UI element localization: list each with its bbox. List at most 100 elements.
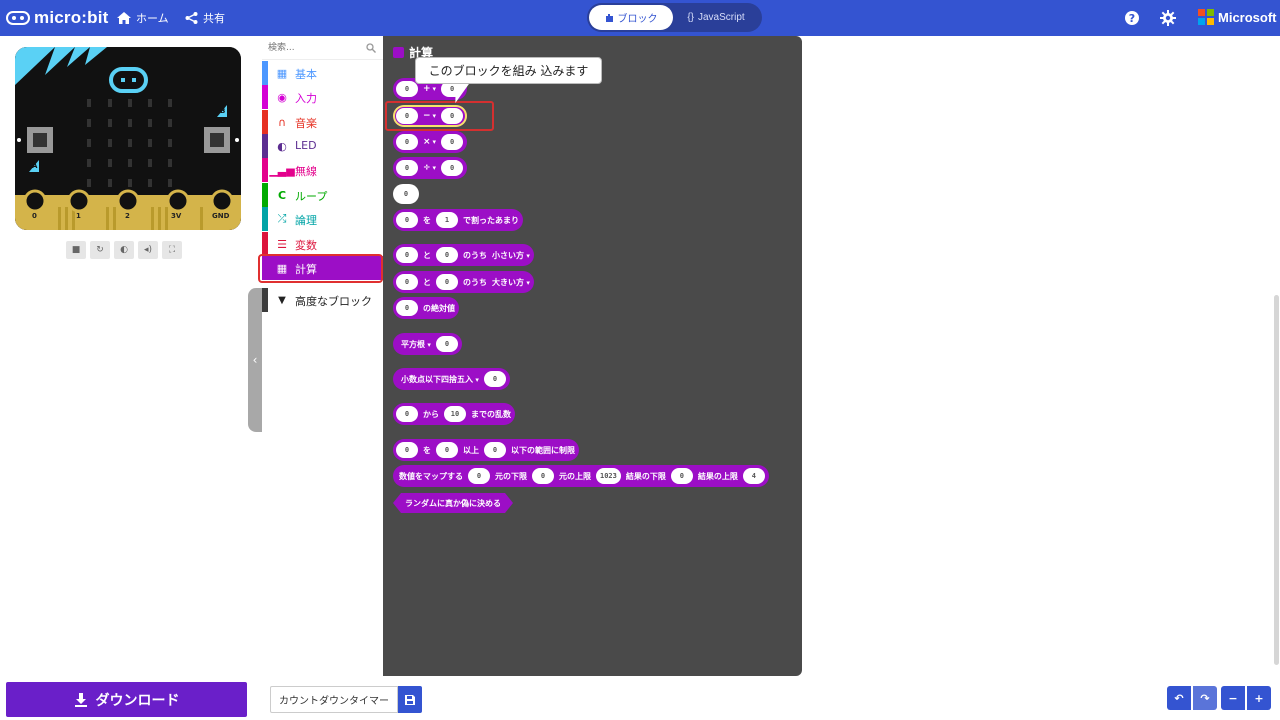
brand-name: micro:bit <box>34 8 109 27</box>
operand-c[interactable]: 1023 <box>596 468 621 484</box>
operand-a[interactable]: 0 <box>396 274 418 290</box>
settings-button[interactable] <box>1160 10 1176 26</box>
operand-a[interactable]: 0 <box>468 468 490 484</box>
operand-a[interactable]: 0 <box>396 247 418 263</box>
download-button[interactable]: ダウンロード <box>6 682 247 717</box>
operator-dropdown[interactable]: + <box>423 84 436 94</box>
highlighted-block-outline <box>385 101 494 131</box>
operator-dropdown[interactable]: × <box>423 137 436 147</box>
block-divide[interactable]: 0 ÷ 0 <box>393 157 468 179</box>
operand-b[interactable]: 0 <box>436 442 458 458</box>
function-dropdown[interactable]: 小数点以下四捨五入 <box>401 374 479 385</box>
home-button[interactable]: ホーム <box>117 10 169 26</box>
operand-b[interactable]: 0 <box>436 247 458 263</box>
search-input[interactable] <box>268 40 358 56</box>
operand-b[interactable]: 0 <box>441 134 464 150</box>
help-button[interactable]: ? <box>1124 10 1140 26</box>
collapse-simulator-button[interactable]: ‹ <box>248 288 262 432</box>
restart-button[interactable]: ↻ <box>90 241 110 259</box>
block-text: 元の下限 <box>495 471 527 481</box>
operand-a[interactable]: 0 <box>396 406 418 422</box>
search-icon[interactable] <box>366 43 376 53</box>
zoom-out-button[interactable]: − <box>1221 686 1245 710</box>
minus-icon: − <box>1228 691 1238 705</box>
target-icon: ◉ <box>277 90 287 104</box>
category-color-bar <box>262 183 268 207</box>
block-number[interactable]: 0 <box>393 184 419 204</box>
operand-b[interactable]: 0 <box>436 274 458 290</box>
redo-button[interactable]: ↷ <box>1193 686 1217 710</box>
blocks-mode-button[interactable]: ブロック <box>589 5 673 30</box>
download-label: ダウンロード <box>95 692 180 709</box>
category-radio[interactable]: ▁▃▅ 無線 <box>262 158 384 182</box>
category-music[interactable]: ∩ 音楽 <box>262 110 384 134</box>
javascript-mode-button[interactable]: {} JavaScript <box>673 5 759 30</box>
block-constrain[interactable]: 0 を 0 以上 0 以下の範囲に制限 <box>393 439 579 461</box>
block-random-boolean[interactable]: ランダムに真か偽に決める <box>393 493 513 513</box>
operand-b[interactable]: 0 <box>532 468 554 484</box>
category-logic[interactable]: ⤮ 論理 <box>262 207 384 231</box>
block-min[interactable]: 0 と 0 のうち 小さい方 <box>393 244 534 266</box>
microbit-simulator[interactable]: 0 1 2 3V GND A B <box>15 47 241 230</box>
minmax-dropdown[interactable]: 大きい方 <box>492 277 530 288</box>
workspace-scrollbar[interactable] <box>1274 295 1279 665</box>
brand-logo[interactable]: micro:bit <box>6 8 109 28</box>
svg-text:?: ? <box>1129 12 1135 25</box>
operand-a[interactable]: 0 <box>396 134 418 150</box>
function-dropdown[interactable]: 平方根 <box>401 339 431 350</box>
code-workspace[interactable] <box>802 36 1280 676</box>
zoom-in-button[interactable]: + <box>1247 686 1271 710</box>
operand-a[interactable]: 0 <box>396 81 418 97</box>
minmax-dropdown[interactable]: 小さい方 <box>492 250 530 261</box>
block-sqrt[interactable]: 平方根 0 <box>393 333 462 355</box>
category-variables[interactable]: ☰ 変数 <box>262 232 384 256</box>
stop-button[interactable]: ■ <box>66 241 86 259</box>
block-max[interactable]: 0 と 0 のうち 大きい方 <box>393 271 534 293</box>
category-loops[interactable]: C ループ <box>262 183 384 207</box>
operand-e[interactable]: 4 <box>742 468 765 484</box>
toolbox: ▦ 基本 ◉ 入力 ∩ 音楽 ◐ LED ▁▃▅ 無線 C ループ ⤮ 論理 ☰… <box>262 36 384 676</box>
headphones-icon: ∩ <box>277 115 287 129</box>
operand-a[interactable]: 0 <box>396 160 418 176</box>
undo-button[interactable]: ↶ <box>1167 686 1191 710</box>
save-button[interactable] <box>398 686 422 713</box>
project-name-input[interactable] <box>270 686 398 713</box>
speaker-icon: ◂) <box>143 245 153 255</box>
operand-a[interactable]: 0 <box>396 212 418 228</box>
category-label: 変数 <box>295 239 317 252</box>
slow-motion-button[interactable]: ◐ <box>114 241 134 259</box>
operand-a[interactable]: 0 <box>396 300 418 316</box>
operand-b[interactable]: 0 <box>441 160 464 176</box>
block-text: 結果の下限 <box>625 471 666 481</box>
mute-button[interactable]: ◂) <box>138 241 158 259</box>
microsoft-logo[interactable]: Microsoft <box>1198 9 1277 25</box>
share-button[interactable]: 共有 <box>185 10 225 26</box>
block-map[interactable]: 数値をマップする 0 元の下限 0 元の上限 1023 結果の下限 0 結果の上… <box>393 465 769 487</box>
category-color-bar <box>262 110 268 134</box>
category-basic[interactable]: ▦ 基本 <box>262 61 384 85</box>
block-text: を <box>423 445 431 455</box>
category-input[interactable]: ◉ 入力 <box>262 85 384 109</box>
operand-a[interactable]: 0 <box>435 336 458 352</box>
chevron-down-icon: ▼ <box>278 294 286 306</box>
microsoft-grid-icon <box>1198 9 1214 25</box>
category-led[interactable]: ◐ LED <box>262 134 384 158</box>
block-abs[interactable]: 0 の絶対値 <box>393 297 459 319</box>
category-advanced[interactable]: ▼ 高度なブロック <box>262 288 384 312</box>
category-label: 音楽 <box>295 117 317 130</box>
operand-c[interactable]: 0 <box>484 442 506 458</box>
operand-d[interactable]: 0 <box>670 468 693 484</box>
operand-b[interactable]: 10 <box>444 406 466 422</box>
category-color-bar <box>262 288 268 312</box>
block-round[interactable]: 小数点以下四捨五入 0 <box>393 368 510 390</box>
operand-b[interactable]: 1 <box>436 212 458 228</box>
operator-dropdown[interactable]: ÷ <box>423 163 436 173</box>
fullscreen-button[interactable]: ⛶ <box>162 241 182 259</box>
calculator-icon <box>393 47 404 58</box>
operand-a[interactable]: 0 <box>483 371 506 387</box>
block-multiply[interactable]: 0 × 0 <box>393 131 468 153</box>
block-random[interactable]: 0 から 10 までの乱数 <box>393 403 515 425</box>
microbit-board-graphic <box>15 47 241 230</box>
block-remainder[interactable]: 0 を 1 で割ったあまり <box>393 209 523 231</box>
operand-a[interactable]: 0 <box>396 442 418 458</box>
